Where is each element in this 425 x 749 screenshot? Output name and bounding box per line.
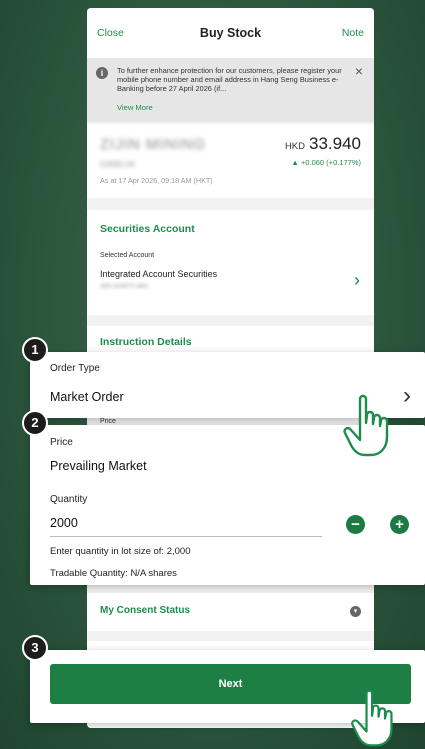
stock-name: ZIJIN MINING	[100, 136, 207, 153]
stock-code: 02899.HK	[100, 160, 136, 169]
quantity-underline	[50, 536, 322, 537]
quote-timestamp: As at 17 Apr 2026, 09:18 AM (HKT)	[100, 176, 213, 185]
notice-banner: i To further enhance protection for our …	[87, 58, 374, 122]
info-icon: i	[96, 67, 108, 79]
account-number: 395-543672-883	[100, 283, 148, 290]
step-badge-3: 3	[22, 635, 48, 661]
close-icon[interactable]: ×	[355, 63, 363, 79]
step-badge-1: 1	[22, 337, 48, 363]
close-button[interactable]: Close	[97, 27, 124, 39]
account-name[interactable]: Integrated Account Securities	[100, 269, 217, 279]
minus-icon[interactable]: −	[346, 515, 365, 534]
notice-text: To further enhance protection for our cu…	[117, 66, 342, 93]
chevron-right-icon[interactable]: ›	[354, 270, 360, 291]
hand-pointer-icon	[351, 689, 393, 747]
stock-price: HKD 33.940	[285, 134, 361, 154]
tradable-quantity: Tradable Quantity: N/A shares	[50, 568, 177, 579]
price-change-value: +0.060 (+0.177%)	[300, 158, 361, 167]
consent-title: My Consent Status	[100, 605, 191, 616]
price-change: ▲ +0.060 (+0.177%)	[291, 158, 361, 167]
view-more-link[interactable]: View More	[117, 103, 364, 112]
lot-size-hint: Enter quantity in lot size of: 2,000	[50, 546, 191, 557]
up-arrow-icon: ▲	[291, 158, 299, 167]
note-button[interactable]: Note	[342, 27, 364, 39]
page-title: Buy Stock	[199, 26, 262, 40]
stock-quote-card: ZIJIN MINING 02899.HK As at 17 Apr 2026,…	[87, 124, 374, 198]
consent-section[interactable]: My Consent Status ▾	[87, 593, 374, 631]
securities-account-section: Securities Account Selected Account Inte…	[87, 210, 374, 315]
selected-account-label: Selected Account	[100, 252, 155, 259]
step-badge-2: 2	[22, 410, 48, 436]
nav-bar: Close Buy Stock Note	[87, 8, 374, 58]
quantity-input[interactable]: 2000	[50, 516, 78, 530]
chevron-down-icon[interactable]: ▾	[350, 606, 361, 617]
order-type-value[interactable]: Market Order	[50, 390, 124, 404]
price-label: Price	[50, 437, 73, 448]
currency-label: HKD	[284, 141, 305, 152]
hand-pointer-icon	[343, 394, 389, 457]
quantity-label: Quantity	[50, 494, 88, 505]
order-type-label: Order Type	[50, 363, 100, 374]
price-value: 33.940	[309, 134, 361, 153]
price-value[interactable]: Prevailing Market	[50, 459, 147, 473]
price-label-small: Price	[100, 418, 116, 425]
securities-account-title: Securities Account	[100, 223, 195, 235]
instruction-details-title: Instruction Details	[100, 336, 192, 348]
plus-icon[interactable]: +	[390, 515, 409, 534]
chevron-right-icon[interactable]: ›	[403, 382, 411, 410]
